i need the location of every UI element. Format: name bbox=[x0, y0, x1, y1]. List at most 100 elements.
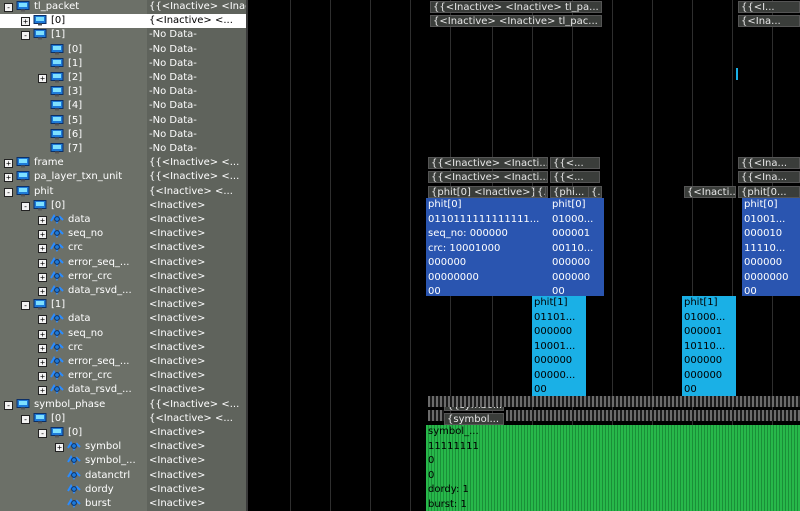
tree-row[interactable]: + [2] bbox=[0, 71, 147, 85]
phit1-transaction-box[interactable]: phit[1] 01101... 000000 10001... 000000 00000… bbox=[532, 296, 586, 396]
waveform-bus-segment[interactable]: {phit[0] <Inactive>} bbox=[428, 185, 548, 198]
signal-group-icon bbox=[16, 185, 30, 197]
signal-value: <Inactive> bbox=[149, 199, 206, 211]
collapse-toggle-icon[interactable]: - bbox=[38, 429, 47, 438]
expand-toggle-icon[interactable]: + bbox=[38, 258, 47, 268]
tree-row[interactable]: + error_seq_... bbox=[0, 355, 147, 369]
collapse-toggle-icon[interactable]: - bbox=[4, 3, 13, 12]
tree-row[interactable]: [3] bbox=[0, 85, 147, 99]
tree-row[interactable]: + seq_no bbox=[0, 327, 147, 341]
waveform-box-line: 000000 bbox=[552, 271, 591, 283]
tree-row[interactable]: + error_crc bbox=[0, 369, 147, 383]
expand-toggle-icon[interactable]: + bbox=[38, 386, 47, 396]
collapse-toggle-icon[interactable]: - bbox=[21, 201, 30, 211]
signal-group-icon bbox=[50, 427, 64, 438]
waveform-bus-segment[interactable]: {{<Ina... bbox=[738, 171, 800, 184]
waveform-bus-segment[interactable]: {<Inacti... bbox=[684, 185, 736, 198]
phit1-transaction-box[interactable]: phit[1] 01000... 000001 10110... 000000 00000… bbox=[682, 296, 736, 396]
waveform-bus-segment[interactable]: {{<Inactive> <Inacti... bbox=[428, 171, 548, 184]
tree-row[interactable]: burst bbox=[0, 497, 147, 511]
waveform-bus-segment[interactable]: {{<I... bbox=[738, 1, 800, 13]
tree-row[interactable]: + data_rsvd_... bbox=[0, 284, 147, 298]
expand-toggle-icon[interactable]: + bbox=[38, 329, 47, 339]
waveform-bus-segment[interactable]: {{<... bbox=[550, 157, 600, 170]
tree-row[interactable]: + crc bbox=[0, 241, 147, 255]
expand-toggle-icon[interactable]: + bbox=[21, 17, 30, 27]
expand-toggle-icon[interactable]: + bbox=[38, 272, 47, 282]
phit0-transaction-box[interactable]: phit[0] 01000... 000001 00110... 000000 00000… bbox=[550, 198, 604, 296]
waveform-box-line: 000000 bbox=[684, 355, 723, 366]
waveform-box-line: symbol_... bbox=[428, 426, 479, 437]
collapse-toggle-icon[interactable]: - bbox=[21, 301, 30, 311]
waveform-bus-segment[interactable]: {{<Inactive> <Inactive> tl_pa... bbox=[430, 1, 602, 13]
collapse-toggle-icon[interactable]: - bbox=[4, 187, 13, 197]
tree-row[interactable]: [1] bbox=[0, 57, 147, 71]
collapse-toggle-icon[interactable]: - bbox=[21, 414, 30, 424]
tree-row[interactable]: + frame bbox=[0, 156, 147, 170]
tree-row[interactable]: + [0] bbox=[0, 14, 147, 29]
signal-value: {<Inactive> <... bbox=[149, 412, 233, 424]
waveform-bus-segment[interactable]: {<Ina... bbox=[738, 15, 800, 28]
expand-toggle-icon[interactable]: + bbox=[55, 443, 64, 453]
expand-toggle-icon[interactable]: + bbox=[38, 343, 47, 353]
tree-row[interactable]: + error_crc bbox=[0, 270, 147, 284]
tree-row-label: [4] bbox=[68, 100, 83, 112]
tree-row[interactable]: - symbol_phase bbox=[0, 398, 147, 412]
phit0-transaction-box[interactable]: phit[0] 01001... 000010 11110... 000000 00000… bbox=[742, 198, 800, 296]
cursor-marker[interactable] bbox=[736, 68, 738, 80]
tree-row[interactable]: + error_seq_... bbox=[0, 256, 147, 270]
signal-value: -No Data- bbox=[149, 128, 197, 140]
tree-row[interactable]: [0] bbox=[0, 43, 147, 57]
tree-row[interactable]: + seq_no bbox=[0, 227, 147, 241]
tree-row-label: seq_no bbox=[68, 228, 104, 240]
waveform-bus-segment[interactable]: {... bbox=[534, 185, 546, 198]
expand-toggle-icon[interactable]: + bbox=[38, 287, 47, 296]
tree-row[interactable]: + data bbox=[0, 312, 147, 326]
tree-row[interactable]: [5] bbox=[0, 114, 147, 128]
tree-row[interactable]: [7] bbox=[0, 142, 147, 156]
waveform-bus-segment[interactable]: {symbol... bbox=[444, 412, 504, 425]
waveform-box-line: phit[0] bbox=[744, 199, 778, 210]
waveform-bus-segment[interactable]: {{<Inactive> <Inacti... bbox=[428, 157, 548, 170]
expand-toggle-icon[interactable]: + bbox=[38, 244, 47, 254]
tree-row[interactable]: dordy bbox=[0, 483, 147, 497]
expand-toggle-icon[interactable]: + bbox=[38, 216, 47, 225]
waveform-bus-segment[interactable]: {{<... bbox=[550, 171, 600, 184]
phit0-transaction-box[interactable]: phit[0] 0110111111111111... seq_no: 000000… bbox=[426, 198, 550, 296]
tree-row[interactable]: [6] bbox=[0, 128, 147, 142]
waveform-bus-segment[interactable]: {{<Ina... bbox=[738, 157, 800, 170]
expand-toggle-icon[interactable]: + bbox=[4, 159, 13, 169]
tree-row[interactable]: - [0] bbox=[0, 199, 147, 213]
tree-row[interactable]: + data bbox=[0, 213, 147, 227]
tree-row[interactable]: - [1] bbox=[0, 298, 147, 312]
waveform-panel[interactable]: {{<Inactive> <Inactive> tl_pa... {{<I... {… bbox=[248, 0, 800, 511]
tree-row[interactable]: symbol_... bbox=[0, 454, 147, 468]
symbol-phase-region[interactable]: symbol_... 11111111 0 0 dordy: 1 burst: 1 bbox=[426, 425, 800, 511]
waveform-bus-segment[interactable]: {... bbox=[588, 185, 602, 198]
tree-row[interactable]: + data_rsvd_... bbox=[0, 383, 147, 397]
collapse-toggle-icon[interactable]: - bbox=[4, 400, 13, 410]
expand-toggle-icon[interactable]: + bbox=[38, 372, 47, 382]
signal-value: {<Inactive> <... bbox=[147, 14, 246, 29]
expand-toggle-icon[interactable]: + bbox=[38, 358, 47, 367]
tree-row[interactable]: + symbol bbox=[0, 440, 147, 454]
tree-row[interactable]: - [0] bbox=[0, 412, 147, 426]
tree-row[interactable]: - [1] bbox=[0, 28, 147, 42]
expand-toggle-icon[interactable]: + bbox=[4, 173, 13, 183]
tree-row[interactable]: + pa_layer_txn_unit bbox=[0, 170, 147, 184]
tree-row[interactable]: - [0] bbox=[0, 426, 147, 440]
tree-row[interactable]: - tl_packet bbox=[0, 0, 147, 14]
tree-row[interactable]: + crc bbox=[0, 341, 147, 355]
signal-group-icon bbox=[50, 100, 64, 111]
waveform-bus-segment[interactable]: {<Inactive> <Inactive> tl_pac... bbox=[430, 15, 602, 28]
expand-toggle-icon[interactable]: + bbox=[38, 230, 47, 240]
expand-toggle-icon[interactable]: + bbox=[38, 74, 47, 83]
collapse-toggle-icon[interactable]: - bbox=[21, 31, 30, 41]
waveform-bus-segment[interactable]: {phit[0... bbox=[738, 185, 800, 198]
waveform-box-line: 00 bbox=[552, 286, 565, 296]
tree-row[interactable]: - phit bbox=[0, 185, 147, 199]
tree-row[interactable]: [4] bbox=[0, 99, 147, 113]
tree-row[interactable]: datanctrl bbox=[0, 469, 147, 483]
expand-toggle-icon[interactable]: + bbox=[38, 315, 47, 325]
waveform-box-line: seq_no: 000000 bbox=[428, 228, 508, 239]
